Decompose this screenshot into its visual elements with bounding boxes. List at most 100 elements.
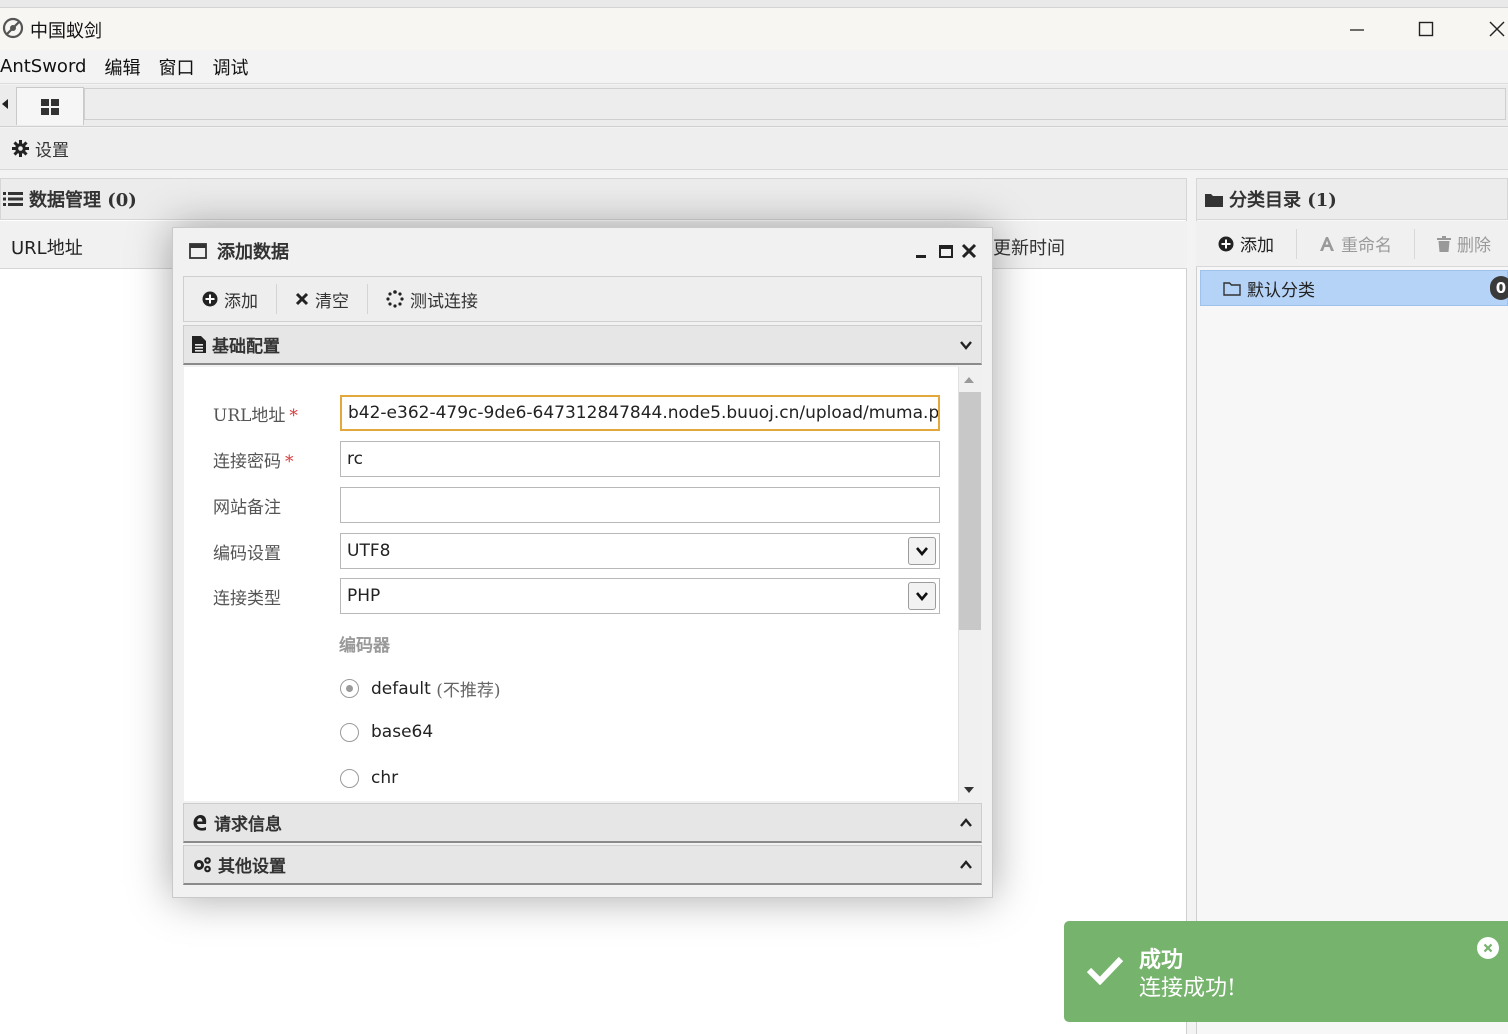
menu-bar: AntSword 编辑 窗口 调试 bbox=[0, 50, 1508, 84]
close-icon bbox=[295, 292, 309, 306]
tab-scroll-left-button[interactable] bbox=[0, 96, 10, 112]
success-toast bbox=[1064, 921, 1508, 1022]
category-rename-button[interactable]: 重命名 bbox=[1297, 228, 1415, 259]
encoder-option-name: default bbox=[371, 678, 431, 699]
font-icon bbox=[1320, 236, 1334, 251]
type-select-value: PHP bbox=[347, 586, 381, 606]
close-icon bbox=[961, 243, 977, 259]
menu-window[interactable]: 窗口 bbox=[158, 54, 194, 80]
encoding-dropdown-button[interactable] bbox=[908, 537, 936, 565]
radio-unselected[interactable] bbox=[340, 722, 359, 742]
dialog-clear-button[interactable]: 清空 bbox=[277, 284, 368, 314]
edge-browser-icon bbox=[193, 814, 207, 831]
password-label-text: 连接密码 bbox=[213, 452, 281, 472]
encoding-select[interactable]: UTF8 bbox=[340, 533, 940, 569]
category-toolbar: 添加 重命名 删除 bbox=[1196, 221, 1508, 267]
toast-message: 连接成功! bbox=[1139, 976, 1236, 1001]
scroll-up-button[interactable] bbox=[963, 376, 975, 384]
encoder-option-note: (不推荐) bbox=[436, 681, 501, 701]
category-count-badge: 0 bbox=[1490, 276, 1508, 300]
category-panel-title: 分类目录 (1) bbox=[1229, 190, 1337, 211]
section-request-info-header[interactable]: 请求信息 bbox=[183, 803, 982, 843]
caret-left-icon bbox=[2, 99, 8, 109]
dialog-clear-label: 清空 bbox=[315, 291, 349, 312]
settings-button[interactable]: 设置 bbox=[12, 136, 69, 161]
tab-home[interactable] bbox=[16, 87, 84, 125]
encoder-option-base64[interactable]: base64 bbox=[340, 722, 433, 742]
section-request-info-title: 请求信息 bbox=[214, 815, 282, 835]
minimize-icon bbox=[1350, 29, 1364, 31]
column-updated-time[interactable]: 更新时间 bbox=[993, 234, 1065, 260]
folder-icon bbox=[1205, 193, 1223, 207]
section-other-settings-title: 其他设置 bbox=[218, 857, 286, 877]
encoder-label: 编码器 bbox=[339, 636, 390, 656]
caret-down-icon bbox=[964, 787, 974, 793]
maximize-button[interactable] bbox=[1404, 12, 1448, 46]
type-dropdown-button[interactable] bbox=[908, 582, 936, 610]
section-basic-config-header[interactable]: 基础配置 bbox=[183, 325, 982, 365]
close-icon bbox=[1489, 21, 1505, 37]
encoding-label: 编码设置 bbox=[213, 544, 281, 564]
window-title: 中国蚁剑 bbox=[30, 21, 102, 42]
url-input[interactable]: b42-e362-479c-9de6-647312847844.node5.bu… bbox=[340, 395, 940, 431]
caret-up-icon bbox=[964, 377, 974, 383]
radio-selected[interactable] bbox=[340, 679, 359, 698]
gears-icon bbox=[194, 857, 211, 873]
tab-strip bbox=[84, 88, 1506, 120]
url-label-text: URL地址 bbox=[213, 406, 286, 426]
menu-antsword[interactable]: AntSword bbox=[0, 56, 86, 77]
password-input-value: rc bbox=[347, 449, 363, 469]
category-add-label: 添加 bbox=[1240, 236, 1274, 256]
category-item-default[interactable]: 默认分类 bbox=[1200, 270, 1508, 306]
check-icon bbox=[1086, 955, 1124, 985]
menu-edit[interactable]: 编辑 bbox=[104, 54, 140, 80]
category-panel bbox=[1196, 178, 1508, 1034]
dialog-maximize-button[interactable] bbox=[938, 244, 954, 260]
note-label: 网站备注 bbox=[213, 498, 281, 518]
title-bar bbox=[0, 8, 1508, 50]
dialog-titlebar[interactable]: 添加数据 bbox=[173, 228, 992, 274]
required-mark: * bbox=[285, 452, 294, 472]
password-label: 连接密码 * bbox=[213, 447, 294, 472]
section-other-settings-header[interactable]: 其他设置 bbox=[183, 845, 982, 885]
settings-label: 设置 bbox=[35, 141, 69, 161]
minimize-button[interactable] bbox=[1335, 12, 1379, 46]
column-url[interactable]: URL地址 bbox=[11, 234, 83, 260]
scrollbar-thumb[interactable] bbox=[959, 392, 981, 630]
maximize-icon bbox=[1418, 21, 1434, 37]
close-window-button[interactable] bbox=[1475, 12, 1508, 46]
category-delete-label: 删除 bbox=[1457, 236, 1491, 256]
url-input-value: b42-e362-479c-9de6-647312847844.node5.bu… bbox=[348, 403, 940, 423]
dialog-add-button[interactable]: 添加 bbox=[184, 284, 277, 314]
category-rename-label: 重命名 bbox=[1341, 236, 1392, 256]
dialog-close-button[interactable] bbox=[961, 243, 977, 259]
window-icon bbox=[189, 243, 207, 259]
scroll-down-button[interactable] bbox=[963, 786, 975, 794]
encoder-option-default[interactable]: default (不推荐) bbox=[340, 676, 501, 701]
trash-icon bbox=[1437, 235, 1451, 252]
menu-debug[interactable]: 调试 bbox=[212, 54, 248, 80]
type-select[interactable]: PHP bbox=[340, 578, 940, 614]
category-item-label: 默认分类 bbox=[1247, 280, 1315, 301]
gear-icon bbox=[12, 140, 29, 157]
close-icon bbox=[1483, 943, 1493, 953]
category-add-button[interactable]: 添加 bbox=[1196, 228, 1297, 259]
encoding-select-value: UTF8 bbox=[347, 541, 391, 561]
dialog-test-connection-label: 测试连接 bbox=[410, 291, 478, 312]
chevron-up-icon bbox=[960, 818, 972, 827]
type-label: 连接类型 bbox=[213, 589, 281, 609]
radio-unselected[interactable] bbox=[340, 768, 359, 788]
password-input[interactable]: rc bbox=[340, 441, 940, 477]
note-input[interactable] bbox=[340, 487, 940, 523]
encoder-option-chr[interactable]: chr bbox=[340, 768, 398, 788]
dialog-test-connection-button[interactable]: 测试连接 bbox=[368, 284, 496, 314]
category-delete-button[interactable]: 删除 bbox=[1415, 229, 1491, 259]
minimize-icon bbox=[916, 255, 926, 258]
toast-close-button[interactable] bbox=[1477, 937, 1499, 959]
data-panel-header: 数据管理 (0) bbox=[0, 178, 1187, 220]
dialog-add-label: 添加 bbox=[224, 291, 258, 312]
maximize-icon bbox=[939, 245, 953, 258]
dialog-title: 添加数据 bbox=[217, 242, 289, 263]
encoder-option-name: chr bbox=[371, 768, 399, 788]
dialog-minimize-button[interactable] bbox=[914, 244, 928, 260]
